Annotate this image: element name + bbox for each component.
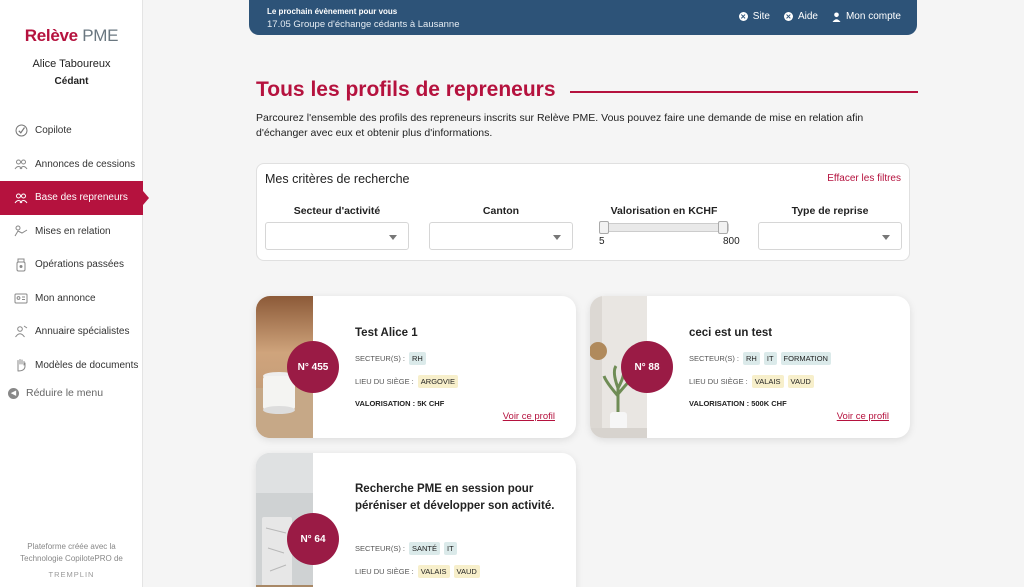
location-tag: VAUD [453,565,480,578]
handshake-icon [14,224,28,238]
profile-number-badge: N° 455 [287,341,339,393]
profile-card[interactable]: N° 64 Recherche PME en session pour péré… [256,453,576,587]
sector-label: Secteur d'activité [293,205,381,217]
slider-max-handle[interactable] [718,221,728,234]
profile-locations: LIEU DU SIÈGE : VALAIS VAUD [689,375,818,388]
people-icon [14,157,28,171]
canton-filter: Canton [429,205,573,217]
chevron-down-icon [882,235,890,240]
hand-icon [14,358,28,372]
profile-locations: LIEU DU SIÈGE : ARGOVIE [355,375,462,388]
sidebar-item-label: Copilote [35,125,72,137]
profile-valuation: VALORISATION : 5K CHF [355,399,445,408]
group-icon [14,191,28,205]
location-tag: VALAIS [417,565,450,578]
view-profile-link[interactable]: Voir ce profil [503,411,555,422]
type-select[interactable] [758,222,902,250]
sector-tag: RH [743,352,760,365]
specialist-icon [14,325,28,339]
close-circle-icon: ✕ [738,12,748,21]
user-icon [832,12,841,22]
sector-tag: SANTÉ [409,542,441,555]
profile-number-badge: N° 64 [287,513,339,565]
banner-title: Le prochain évènement pour vous [267,7,398,16]
check-circle-icon [14,124,28,138]
sector-select[interactable] [265,222,409,250]
profile-sectors: SECTEUR(S) : RH IT FORMATION [689,352,835,365]
sidebar-item-label: Opérations passées [35,259,124,271]
profile-valuation: VALORISATION : 500K CHF [689,399,787,408]
type-filter: Type de reprise [758,205,902,217]
profile-locations: LIEU DU SIÈGE : VALAIS VAUD [355,565,484,578]
location-tag: VALAIS [751,375,784,388]
sidebar-item-label: Mises en relation [35,225,111,237]
site-link[interactable]: ✕ Site [738,11,770,22]
sidebar-item-operations[interactable]: Opérations passées [0,248,143,282]
valuation-filter: Valorisation en KCHF [594,205,734,217]
user-name: Alice Taboureux [32,58,111,70]
valuation-min: 5 [599,236,605,247]
valuation-max: 800 [723,236,740,247]
type-label: Type de reprise [791,205,869,217]
view-profile-link[interactable]: Voir ce profil [837,411,889,422]
user-role: Cédant [54,76,89,87]
account-link[interactable]: Mon compte [832,11,901,22]
event-banner: Le prochain évènement pour vous 17.05 Gr… [249,0,917,35]
sidebar-item-annuaire[interactable]: Annuaire spécialistes [0,315,143,349]
sidebar: Relève PME Alice Taboureux Cédant Copilo… [0,0,149,587]
valuation-label: Valorisation en KCHF [610,205,718,217]
sidebar-item-mon-annonce[interactable]: Mon annonce [0,282,143,316]
chevron-left-icon: ◀ [8,387,19,399]
sector-filter: Secteur d'activité [265,205,409,217]
page-title: Tous les profils de repreneurs [256,78,556,101]
sector-tag: RH [409,352,426,365]
help-link[interactable]: ✕ Aide [783,11,818,22]
search-filters: Mes critères de recherche Effacer les fi… [256,163,910,261]
clear-filters-link[interactable]: Effacer les filtres [827,173,901,184]
reduce-menu-button[interactable]: ◀ Réduire le menu [8,387,103,399]
location-tag: VAUD [787,375,814,388]
sidebar-item-copilote[interactable]: Copilote [0,114,143,148]
valuation-slider[interactable] [599,221,729,234]
sidebar-item-label: Base des repreneurs [35,192,128,204]
profile-title: Recherche PME en session pour péréniser … [355,483,555,512]
sidebar-item-label: Annonces de cessions [35,158,136,170]
close-circle-icon: ✕ [783,12,793,21]
canton-select[interactable] [429,222,573,250]
card-icon [14,291,28,305]
profile-title: Test Alice 1 [355,327,418,339]
slider-min-handle[interactable] [599,221,609,234]
jar-icon [14,258,28,272]
sector-tag: FORMATION [780,352,831,365]
sector-tag: IT [444,542,457,555]
title-divider [570,91,918,93]
location-tag: ARGOVIE [417,375,458,388]
profile-sectors: SECTEUR(S) : SANTÉ IT [355,542,461,555]
sidebar-item-annonces[interactable]: Annonces de cessions [0,148,143,182]
tremplin-logo[interactable]: TREMPLIN [0,570,143,579]
sidebar-item-repreneurs[interactable]: Base des repreneurs [0,181,149,215]
sector-tag: IT [763,352,777,365]
sidebar-item-label: Mon annonce [35,292,96,304]
chevron-down-icon [389,235,397,240]
sidebar-item-mises-en-relation[interactable]: Mises en relation [0,215,143,249]
profile-sectors: SECTEUR(S) : RH [355,352,430,365]
logo[interactable]: Relève PME [0,26,143,46]
sidebar-item-label: Modèles de documents [35,359,139,371]
sidebar-nav: Copilote Annonces de cessions Base des r… [0,114,149,383]
banner-links: ✕ Site ✕ Aide Mon compte [725,11,901,22]
page-intro: Parcourez l'ensemble des profils des rep… [256,112,864,139]
canton-label: Canton [482,205,520,217]
sidebar-item-label: Annuaire spécialistes [35,326,130,338]
profile-title: ceci est un test [689,327,773,339]
sidebar-item-modeles[interactable]: Modèles de documents [0,349,143,383]
profile-number-badge: N° 88 [621,341,673,393]
banner-event[interactable]: 17.05 Groupe d'échange cédants à Lausann… [267,19,460,30]
chevron-down-icon [553,235,561,240]
filters-heading: Mes critères de recherche [265,172,410,186]
platform-note: Plateforme créée avec la Technologie Cop… [20,542,123,563]
profile-card[interactable]: N° 88 ceci est un test SECTEUR(S) : RH I… [590,296,910,438]
profile-card[interactable]: N° 455 Test Alice 1 SECTEUR(S) : RH LIEU… [256,296,576,438]
